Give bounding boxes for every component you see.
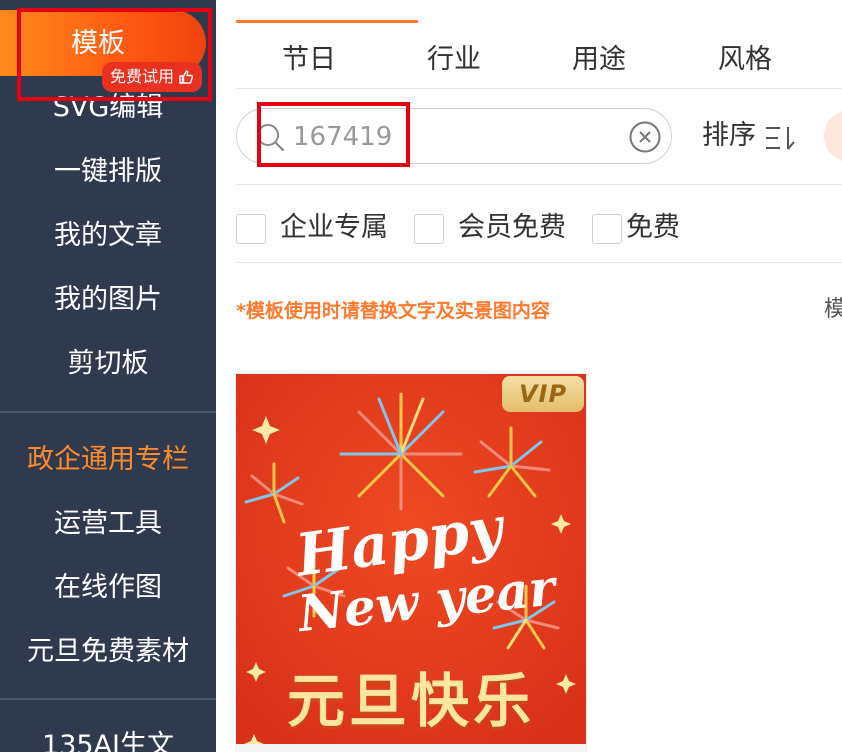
sidebar-item-template-label[interactable]: 模板: [0, 24, 196, 64]
sidebar-item-clipboard[interactable]: 剪切板: [0, 344, 216, 384]
sidebar-item-one-click-layout[interactable]: 一键排版: [0, 152, 216, 192]
sidebar-item-operations-tools[interactable]: 运营工具: [0, 504, 216, 544]
search-divider: [236, 184, 842, 185]
checkbox-free[interactable]: [592, 214, 622, 244]
template-card[interactable]: Happy New year VIP 元旦快乐: [236, 374, 586, 752]
checkbox-member-free[interactable]: [414, 214, 444, 244]
checkbox-enterprise-only-label[interactable]: 企业专属: [280, 208, 388, 248]
template-usage-notice: *模板使用时请替换文字及实景图内容: [236, 300, 550, 322]
sidebar-divider: [0, 411, 216, 413]
sidebar-item-svg-editor[interactable]: SVG编辑: [0, 88, 216, 128]
sort-icon[interactable]: [764, 124, 798, 152]
right-column-text-partial: 模: [824, 297, 842, 322]
free-trial-label: 免费试用: [110, 67, 175, 86]
search-input[interactable]: [293, 119, 613, 155]
tab-usage[interactable]: 用途: [572, 40, 626, 80]
sidebar-item-my-images[interactable]: 我的图片: [0, 280, 216, 320]
sort-label[interactable]: 排序: [702, 116, 756, 156]
sidebar-item-my-articles[interactable]: 我的文章: [0, 216, 216, 256]
clear-icon[interactable]: [629, 121, 661, 153]
filter-button-partial[interactable]: [824, 110, 842, 162]
main-panel: 节日 行业 用途 风格 排序 企业专属 会员免费 免费 *模板使用时请替换文字及…: [216, 0, 842, 752]
tab-festival[interactable]: 节日: [282, 40, 336, 80]
search-icon: [257, 124, 285, 152]
sidebar-item-ai-writing[interactable]: 135AI生文: [0, 726, 216, 752]
free-trial-badge[interactable]: 免费试用: [102, 62, 203, 92]
sidebar-item-online-design[interactable]: 在线作图: [0, 568, 216, 608]
tab-industry[interactable]: 行业: [427, 40, 481, 80]
sidebar-section-title[interactable]: 政企通用专栏: [0, 440, 216, 480]
active-tab-indicator: [236, 20, 418, 23]
checkbox-free-label[interactable]: 免费: [626, 208, 680, 248]
checkbox-enterprise-only[interactable]: [236, 214, 266, 244]
vip-badge: VIP: [502, 376, 584, 412]
search-box[interactable]: [236, 108, 672, 164]
sidebar-divider: [0, 698, 216, 700]
tabs-divider: [236, 88, 842, 89]
tab-style[interactable]: 风格: [718, 40, 772, 80]
sidebar-item-new-year-free-assets[interactable]: 元旦免费素材: [0, 632, 216, 672]
sidebar: 模板 SVG编辑 免费试用 一键排版 我的文章 我的图片 剪切板 政企通用专栏 …: [0, 0, 216, 752]
filters-divider: [236, 262, 842, 263]
thumbs-up-icon: [179, 70, 194, 84]
checkbox-member-free-label[interactable]: 会员免费: [458, 208, 566, 248]
template-card-footer: [236, 744, 586, 752]
template-card-title: 元旦快乐: [286, 667, 535, 735]
